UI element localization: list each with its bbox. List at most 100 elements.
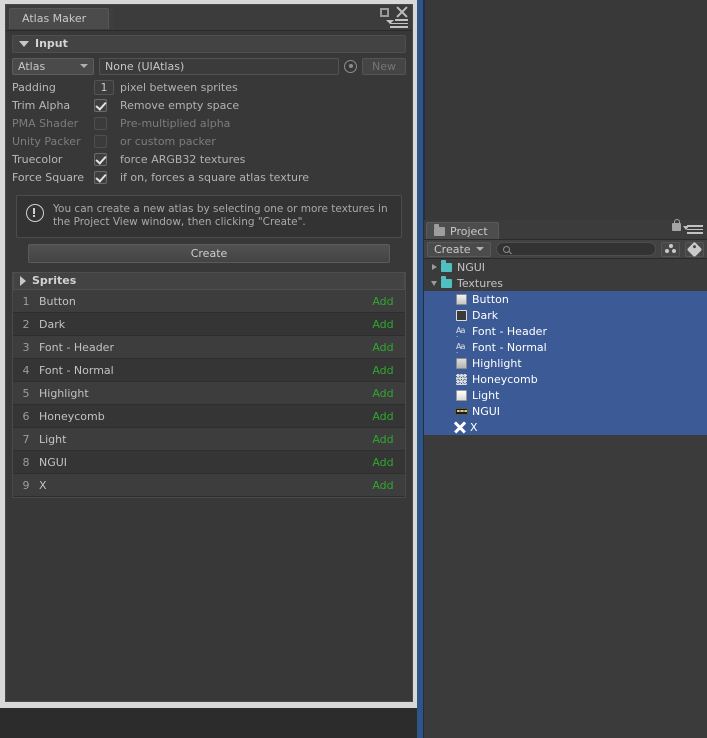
texture-button-icon [455, 293, 468, 306]
tree-item-ngui-folder[interactable]: NGUI [424, 259, 707, 275]
field-label-padding: Padding [12, 80, 56, 94]
tree-item-honeycomb[interactable]: Honeycomb [424, 371, 707, 387]
table-row[interactable]: 5 Highlight Add [13, 382, 405, 405]
atlas-object-field-value: None (UIAtlas) [105, 59, 185, 73]
help-box: You can create a new atlas by selecting … [16, 195, 402, 238]
table-row[interactable]: 8 NGUI Add [13, 451, 405, 474]
texture-honeycomb-icon [455, 373, 468, 386]
table-row[interactable]: 2 Dark Add [13, 313, 405, 336]
create-button[interactable]: Create [28, 244, 390, 263]
sprite-index: 4 [22, 363, 30, 377]
create-dropdown-button[interactable]: Create [427, 241, 491, 257]
tree-item-label: Button [472, 292, 509, 306]
sprite-add-button[interactable]: Add [361, 318, 405, 331]
tree-item-x[interactable]: X [424, 419, 707, 435]
table-row[interactable]: 3 Font - Header Add [13, 336, 405, 359]
field-label-force-square: Force Square [12, 170, 84, 184]
sprite-add-button[interactable]: Add [361, 456, 405, 469]
sprite-index: 8 [22, 455, 30, 469]
tree-item-label: Dark [472, 308, 499, 322]
foldout-input[interactable]: Input [12, 35, 406, 53]
search-field[interactable] [495, 242, 656, 256]
foldout-sprites-label: Sprites [32, 274, 77, 287]
sprites-section: Sprites 1 Button Add 2 Dark Add 3 Font -… [12, 272, 406, 498]
project-tree[interactable]: NGUI Textures Button Dark Aabc Font - [424, 259, 707, 738]
sprite-add-button[interactable]: Add [361, 341, 405, 354]
tab-project[interactable]: Project [426, 222, 499, 239]
editor-background-bottom [0, 706, 420, 738]
project-toolbar: Create [424, 240, 707, 259]
filter-by-label-button[interactable] [685, 241, 704, 257]
sprite-add-button[interactable]: Add [361, 387, 405, 400]
texture-light-icon [455, 389, 468, 402]
object-picker-icon[interactable] [344, 59, 357, 73]
panel-menu-icon[interactable] [687, 225, 703, 234]
table-row[interactable]: 6 Honeycomb Add [13, 405, 405, 428]
sprite-add-button[interactable]: Add [361, 295, 405, 308]
table-row[interactable]: 4 Font - Normal Add [13, 359, 405, 382]
new-atlas-button[interactable]: New [362, 57, 406, 75]
tree-item-label: Highlight [472, 356, 522, 370]
tree-item-font-header[interactable]: Aabc Font - Header [424, 323, 707, 339]
field-row-padding: Padding 1 pixel between sprites [12, 78, 406, 96]
foldout-input-label: Input [35, 37, 68, 50]
filter-by-type-button[interactable] [661, 241, 680, 257]
tree-item-label: NGUI [472, 404, 501, 418]
create-dropdown-label: Create [434, 242, 471, 256]
force-square-checkbox[interactable] [94, 170, 107, 184]
padding-input[interactable]: 1 [94, 79, 114, 95]
tree-item-label: Font - Header [472, 324, 547, 338]
sprite-name: Highlight [39, 386, 89, 400]
tree-item-light[interactable]: Light [424, 387, 707, 403]
sprite-name: Button [39, 294, 76, 308]
texture-ngui-icon [455, 405, 468, 418]
chevron-right-icon [20, 276, 26, 286]
table-row[interactable]: 7 Light Add [13, 428, 405, 451]
field-desc-truecolor: force ARGB32 textures [120, 152, 246, 166]
sprite-index: 5 [22, 386, 30, 400]
info-icon [26, 204, 44, 222]
sprite-add-button[interactable]: Add [361, 364, 405, 377]
tree-item-highlight[interactable]: Highlight [424, 355, 707, 371]
field-row-force-square: Force Square if on, forces a square atla… [12, 168, 406, 186]
maximize-icon[interactable] [380, 7, 389, 17]
pma-shader-checkbox[interactable] [94, 116, 107, 130]
sprite-name: Honeycomb [39, 409, 105, 423]
atlas-row: Atlas None (UIAtlas) New [12, 57, 406, 75]
sprite-add-button[interactable]: Add [361, 433, 405, 446]
tree-item-label: X [470, 420, 478, 434]
unity-packer-checkbox[interactable] [94, 134, 107, 148]
atlas-object-field[interactable]: None (UIAtlas) [99, 57, 339, 75]
panel-menu-icon[interactable] [390, 19, 408, 28]
sprite-index: 6 [22, 409, 30, 423]
tree-item-ngui-texture[interactable]: NGUI [424, 403, 707, 419]
trim-alpha-checkbox[interactable] [94, 98, 107, 112]
lock-icon[interactable] [672, 219, 681, 231]
truecolor-checkbox[interactable] [94, 152, 107, 166]
texture-font-icon: Aabc [456, 325, 465, 337]
tree-item-textures-folder[interactable]: Textures [424, 275, 707, 291]
field-label-trim-alpha: Trim Alpha [12, 98, 71, 112]
sprite-index: 2 [22, 317, 30, 331]
disclosure-arrow[interactable] [428, 280, 440, 286]
foldout-sprites[interactable]: Sprites [13, 272, 405, 290]
tab-atlas-maker[interactable]: Atlas Maker [9, 8, 109, 29]
search-input[interactable] [513, 242, 655, 256]
tree-item-button[interactable]: Button [424, 291, 707, 307]
close-icon[interactable] [396, 6, 408, 18]
window-titlebar: Atlas Maker [6, 5, 412, 31]
folder-icon [434, 224, 445, 236]
sprite-index: 1 [22, 294, 30, 308]
sprite-add-button[interactable]: Add [361, 410, 405, 423]
field-label-pma-shader: PMA Shader [12, 116, 79, 130]
field-desc-force-square: if on, forces a square atlas texture [120, 170, 310, 184]
tree-item-label: NGUI [457, 260, 486, 274]
tree-item-dark[interactable]: Dark [424, 307, 707, 323]
table-row[interactable]: 9 X Add [13, 474, 405, 497]
sprite-add-button[interactable]: Add [361, 479, 405, 492]
tree-item-font-normal[interactable]: Aabc Font - Normal [424, 339, 707, 355]
atlas-type-dropdown[interactable]: Atlas [12, 57, 94, 75]
field-row-trim-alpha: Trim Alpha Remove empty space [12, 96, 406, 114]
disclosure-arrow[interactable] [428, 264, 440, 270]
table-row[interactable]: 1 Button Add [13, 290, 405, 313]
